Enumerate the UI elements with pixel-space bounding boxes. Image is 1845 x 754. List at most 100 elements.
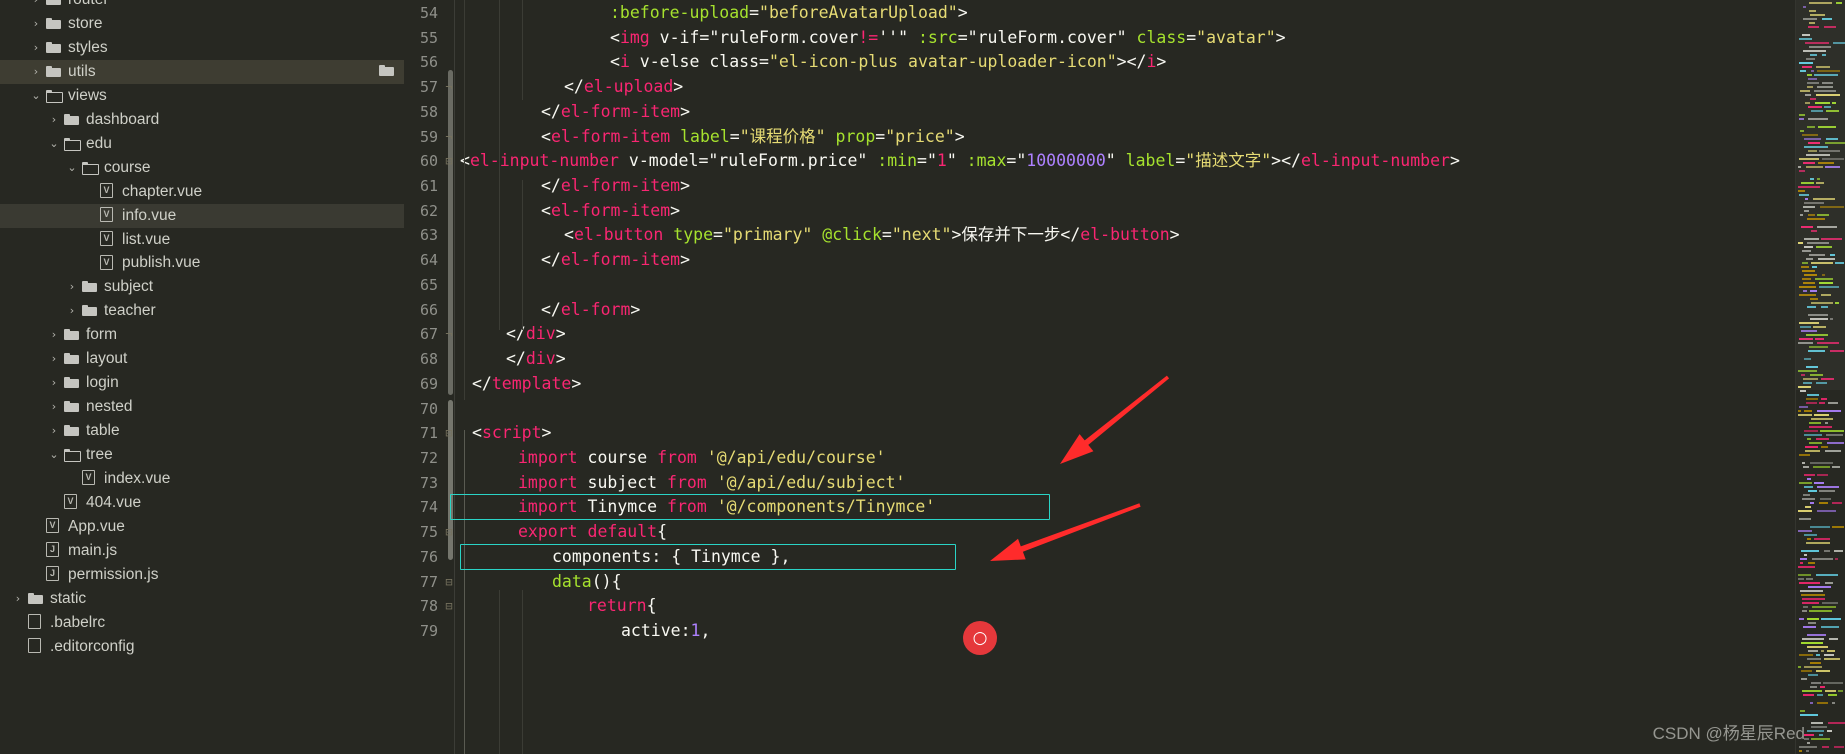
fold-marker[interactable]: ⊟ — [444, 149, 454, 174]
record-badge[interactable]: ○ — [963, 621, 997, 655]
chevron-right-icon[interactable]: › — [46, 395, 62, 419]
code-line[interactable]: 73 import subject from '@/api/edu/subject… — [404, 471, 1845, 496]
code-token: 10000000 — [1026, 151, 1106, 171]
tree-item-publish-vue[interactable]: Vpublish.vue — [0, 251, 404, 275]
code-line[interactable]: 78 ⊟ return{ — [404, 594, 1845, 619]
tree-item-table[interactable]: › table — [0, 419, 404, 443]
tree-item-teacher[interactable]: › teacher — [0, 299, 404, 323]
minimap-viewport-slider[interactable] — [1795, 0, 1845, 390]
code-line[interactable]: 75 ⊟ export default{ — [404, 520, 1845, 545]
code-line[interactable]: 68 </div> — [404, 347, 1845, 372]
minimap-token — [1825, 450, 1841, 452]
tree-item-subject[interactable]: › subject — [0, 275, 404, 299]
chevron-right-icon[interactable]: › — [28, 12, 44, 36]
fold-marker[interactable]: ¬ — [444, 75, 454, 100]
tree-item-edu[interactable]: ⌄ edu — [0, 132, 404, 156]
code-line[interactable]: 62 <el-form-item> — [404, 199, 1845, 224]
tree-item-views[interactable]: ⌄ views — [0, 84, 404, 108]
minimap-token — [1804, 430, 1818, 432]
tree-item-info-vue[interactable]: Vinfo.vue — [0, 203, 404, 228]
chevron-right-icon[interactable]: › — [64, 299, 80, 323]
chevron-down-icon[interactable]: ⌄ — [64, 156, 80, 180]
chevron-right-icon[interactable]: › — [28, 36, 44, 60]
fold-marker[interactable]: ¬ — [444, 322, 454, 347]
code-line[interactable]: 65 — [404, 273, 1845, 298]
code-line[interactable]: 69 </template> — [404, 372, 1845, 397]
tree-item-babelrc[interactable]: .babelrc — [0, 611, 404, 635]
minimap[interactable] — [1795, 0, 1845, 754]
chevron-down-icon[interactable]: ⌄ — [46, 443, 62, 467]
fold-marker[interactable]: ⊟ — [444, 520, 454, 545]
code-line[interactable]: 60 ⊟<el-input-number v-model="ruleForm.pr… — [404, 149, 1845, 174]
chevron-right-icon[interactable]: › — [28, 0, 44, 12]
fold-marker[interactable]: ⊟ — [444, 594, 454, 619]
chevron-right-icon[interactable]: › — [28, 60, 44, 84]
code-line[interactable]: 76 components: { Tinymce }, — [404, 545, 1845, 570]
tree-item-editorconfig[interactable]: .editorconfig — [0, 635, 404, 659]
tree-item-tree[interactable]: ⌄ tree — [0, 443, 404, 467]
fold-marker[interactable]: ⊟ — [444, 570, 454, 595]
minimap-token — [1811, 418, 1833, 420]
tree-item-icon: V — [100, 251, 113, 275]
new-file-icon[interactable] — [379, 60, 394, 84]
tree-item-permission-js[interactable]: Jpermission.js — [0, 563, 404, 587]
code-line[interactable]: 74 import Tinymce from '@/components/Tiny… — [404, 495, 1845, 520]
code-text: <el-button type="primary" @click="next">… — [564, 223, 1180, 248]
code-line[interactable]: 59 ¬ <el-form-item label="课程价格" prop="pric… — [404, 125, 1845, 150]
code-line[interactable]: 63 <el-button type="primary" @click="next… — [404, 223, 1845, 248]
tree-item-layout[interactable]: › layout — [0, 347, 404, 371]
folder-closed-icon — [82, 280, 97, 293]
code-line[interactable]: 61 </el-form-item> — [404, 174, 1845, 199]
tree-item-router[interactable]: › router — [0, 0, 404, 12]
chevron-right-icon[interactable]: › — [46, 419, 62, 443]
fold-marker[interactable]: ⊟ — [444, 421, 454, 446]
tree-item-list-vue[interactable]: Vlist.vue — [0, 228, 404, 252]
code-token: = — [1186, 27, 1197, 47]
tree-item-chapter-vue[interactable]: Vchapter.vue — [0, 180, 404, 204]
chevron-right-icon[interactable]: › — [46, 347, 62, 371]
code-line[interactable]: 55 <img v-if="ruleForm.cover!=''" :src="r… — [404, 26, 1845, 51]
code-line[interactable]: 79 active:1, — [404, 619, 1845, 644]
code-line[interactable]: 57 ¬ </el-upload> — [404, 75, 1845, 100]
tree-item-store[interactable]: › store — [0, 12, 404, 36]
code-token: el-upload — [583, 77, 674, 97]
tree-item-course[interactable]: ⌄ course — [0, 156, 404, 180]
code-line[interactable]: 66 </el-form> — [404, 298, 1845, 323]
tree-item-label: 404.vue — [86, 493, 142, 511]
tree-item-main-js[interactable]: Jmain.js — [0, 539, 404, 563]
code-line[interactable]: 56 <i v-else class="el-icon-plus avatar-u… — [404, 50, 1845, 75]
tree-item-nested[interactable]: › nested — [0, 395, 404, 419]
explorer-panel[interactable]: › router › store › styles › utils ⌄ views › dashboa… — [0, 0, 404, 754]
chevron-right-icon[interactable]: › — [46, 371, 62, 395]
code-line[interactable]: 67 ¬ </div> — [404, 322, 1845, 347]
tree-item-404-vue[interactable]: V 404.vue — [0, 491, 404, 515]
tree-item-utils[interactable]: › utils — [0, 59, 404, 84]
code-line[interactable]: 71 ⊟ <script> — [404, 421, 1845, 446]
tree-item-dashboard[interactable]: › dashboard — [0, 108, 404, 132]
code-line[interactable]: 70 — [404, 397, 1845, 422]
minimap-token — [1807, 634, 1826, 636]
tree-item-login[interactable]: › login — [0, 371, 404, 395]
code-line[interactable]: 77 ⊟ data(){ — [404, 570, 1845, 595]
chevron-right-icon[interactable]: › — [46, 108, 62, 132]
indent-guide — [499, 590, 500, 754]
code-line[interactable]: 54:before-upload="beforeAvatarUpload"> — [404, 1, 1845, 26]
minimap-token — [1800, 710, 1805, 712]
tree-item-label: .editorconfig — [50, 637, 135, 655]
tree-item-static[interactable]: › static — [0, 587, 404, 611]
tree-item-index-vue[interactable]: Vindex.vue — [0, 467, 404, 491]
code-line[interactable]: 64 </el-form-item> — [404, 248, 1845, 273]
tree-item-app-vue[interactable]: V App.vue — [0, 515, 404, 539]
chevron-right-icon[interactable]: › — [10, 587, 26, 611]
tree-item-form[interactable]: › form — [0, 323, 404, 347]
tree-item-styles[interactable]: › styles — [0, 36, 404, 60]
minimap-token — [1809, 442, 1822, 444]
fold-marker[interactable]: ¬ — [444, 125, 454, 150]
code-line[interactable]: 58 </el-form-item> — [404, 100, 1845, 125]
chevron-down-icon[interactable]: ⌄ — [46, 132, 62, 156]
code-line[interactable]: 72 import course from '@/api/edu/course' — [404, 446, 1845, 471]
code-editor-pane[interactable]: 54:before-upload="beforeAvatarUpload"> 55… — [404, 0, 1845, 754]
chevron-right-icon[interactable]: › — [46, 323, 62, 347]
chevron-right-icon[interactable]: › — [64, 275, 80, 299]
chevron-down-icon[interactable]: ⌄ — [28, 84, 44, 108]
